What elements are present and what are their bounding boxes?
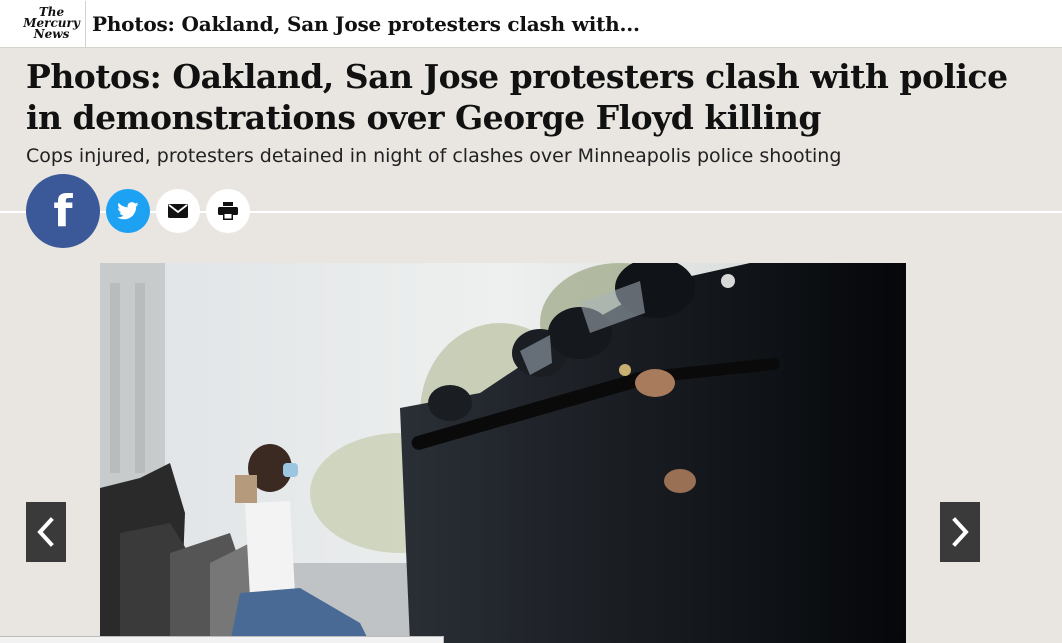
browser-status-tooltip — [0, 636, 444, 643]
print-icon — [218, 202, 238, 220]
gallery-next-button[interactable] — [940, 502, 980, 562]
chevron-right-icon — [952, 517, 969, 547]
facebook-share-button[interactable]: f — [26, 174, 100, 248]
email-share-button[interactable] — [156, 189, 200, 233]
print-button[interactable] — [206, 189, 250, 233]
gallery-photo[interactable] — [100, 263, 906, 643]
logo-line-3: News — [33, 27, 70, 41]
chevron-left-icon — [37, 517, 54, 547]
twitter-share-button[interactable] — [106, 189, 150, 233]
mercury-news-logo[interactable]: The Mercury News — [23, 0, 86, 47]
facebook-icon: f — [53, 185, 73, 237]
gallery-prev-button[interactable] — [26, 502, 66, 562]
article-headline: Photos: Oakland, San Jose protesters cla… — [26, 57, 1008, 137]
email-icon — [168, 204, 188, 218]
header-title: Photos: Oakland, San Jose protesters cla… — [92, 11, 640, 36]
protest-photo-illustration — [100, 263, 906, 643]
sticky-header: The Mercury News Photos: Oakland, San Jo… — [0, 0, 1062, 48]
twitter-icon — [117, 202, 139, 220]
article-subhead: Cops injured, protesters detained in nig… — [26, 145, 842, 167]
